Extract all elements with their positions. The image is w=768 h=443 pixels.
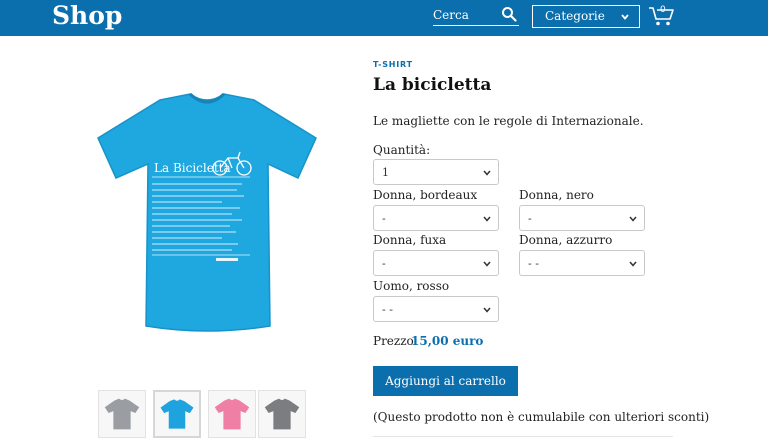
variant-select-donna-azzurro[interactable]: - - [519,250,645,276]
variant-label-donna-bordeaux: Donna, bordeaux [373,188,478,202]
variant-value: - - [528,257,539,270]
price-value: 15,00 euro [411,334,484,348]
variant-select-donna-nero[interactable]: - [519,205,645,231]
top-bar: Shop Categorie 0 [0,0,768,36]
quantity-label: Quantità: [373,143,431,157]
chevron-down-icon [483,170,491,176]
add-to-cart-button[interactable]: Aggiungi al carrello [373,366,518,396]
quantity-value: 1 [382,166,389,179]
variant-label-donna-azzurro: Donna, azzurro [519,233,613,247]
divider [373,436,673,437]
variant-label-donna-nero: Donna, nero [519,188,594,202]
chevron-down-icon [483,261,491,267]
variant-label-uomo-rosso: Uomo, rosso [373,279,450,293]
discount-note: (Questo prodotto non è cumulabile con ul… [373,410,710,424]
chevron-down-icon [629,261,637,267]
search-box [433,4,519,26]
variant-select-uomo-rosso[interactable]: - - [373,296,499,322]
product-title: La bicicletta [373,75,492,95]
variant-value: - [382,212,386,225]
chevron-down-icon [621,14,629,20]
search-icon[interactable] [501,6,517,22]
product-image[interactable]: La Bicicletta [72,80,342,340]
thumbnail-blue[interactable] [153,390,201,438]
thumbnail-pink[interactable] [208,390,256,438]
categories-label: Categorie [545,9,605,23]
chevron-down-icon [483,216,491,222]
cart-count: 0 [660,5,666,15]
shirt-print-title: La Bicicletta [154,161,231,175]
variant-select-donna-fuxa[interactable]: - [373,250,499,276]
variant-value: - - [382,303,393,316]
product-description: Le magliette con le regole di Internazio… [373,114,644,128]
categories-dropdown[interactable]: Categorie [532,5,640,28]
variant-select-donna-bordeaux[interactable]: - [373,205,499,231]
shop-logo[interactable]: Shop [52,0,122,32]
variant-value: - [528,212,532,225]
thumbnail-darkgrey[interactable] [258,390,306,438]
quantity-select[interactable]: 1 [373,159,499,185]
variant-label-donna-fuxa: Donna, fuxa [373,233,447,247]
variant-value: - [382,257,386,270]
chevron-down-icon [629,216,637,222]
search-input[interactable] [433,6,499,24]
chevron-down-icon [483,307,491,313]
product-category[interactable]: T-SHIRT [373,60,413,69]
thumbnail-grey[interactable] [98,390,146,438]
